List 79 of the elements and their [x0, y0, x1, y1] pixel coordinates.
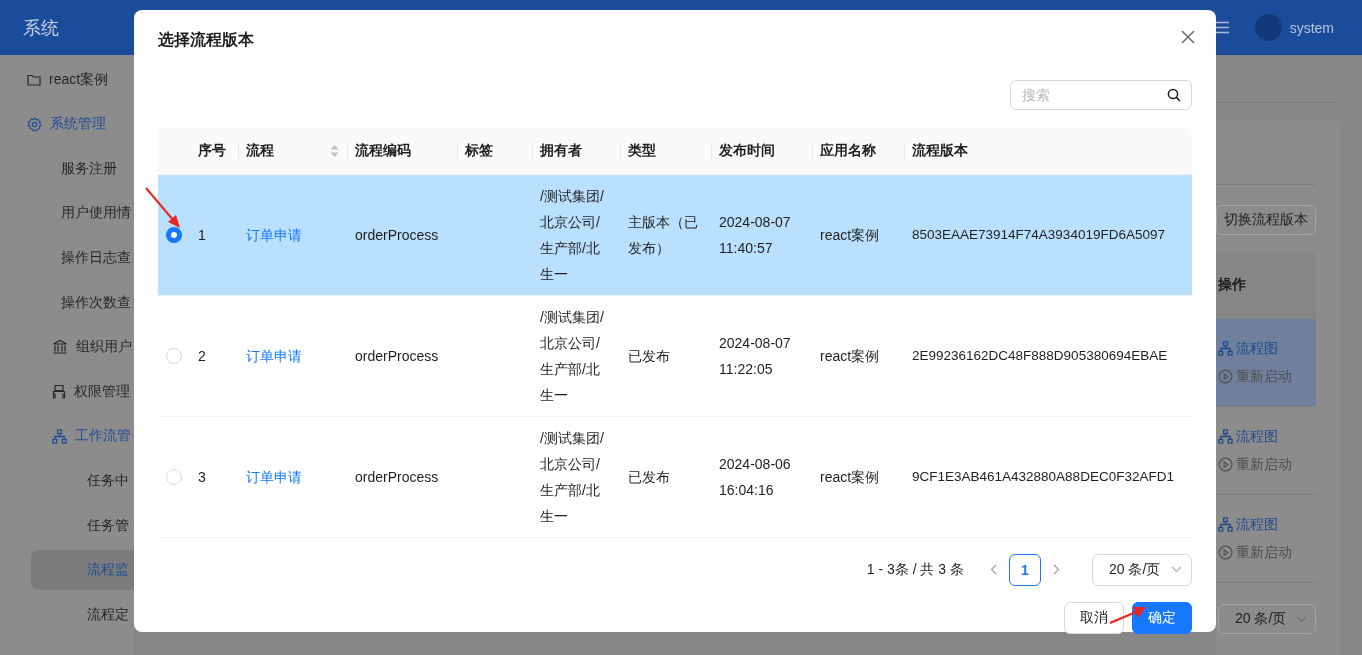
sidebar-item[interactable]: react案例 [4, 59, 134, 100]
annotation-arrow [1108, 604, 1148, 626]
page-button[interactable]: 1 [1009, 553, 1041, 586]
search-field[interactable]: 搜索 [1010, 80, 1192, 110]
column-header: 序号 [198, 141, 226, 160]
chevron-down-icon [1296, 615, 1307, 623]
page-size-select[interactable]: 20 条/页 [1092, 553, 1192, 586]
sidebar-item[interactable]: 工作流管 [4, 416, 134, 457]
person-icon [52, 383, 66, 400]
column-header: 发布时间 [719, 141, 775, 160]
sitemap-icon [1218, 341, 1233, 356]
bank-icon [52, 339, 68, 356]
dialog-title: 选择流程版本 [158, 30, 254, 50]
table-cell: 2E99236162DC48F888D905380694EBAE [912, 348, 1168, 363]
app-title: 系统 [23, 16, 59, 40]
column-header: 流程编码 [355, 141, 411, 160]
table-cell: react案例 [820, 348, 880, 364]
menu-icon[interactable] [1214, 21, 1229, 34]
confirm-button[interactable]: 确定 [1132, 602, 1192, 634]
table-cell: orderProcess [355, 348, 439, 364]
table-cell: 2024-08-07 11:40:57 [719, 214, 791, 256]
column-header: 类型 [628, 141, 656, 160]
sidebar-item[interactable]: 任务管 [31, 505, 134, 546]
user-name[interactable]: system [1289, 19, 1334, 36]
switch-version-button[interactable]: 切换流程版本 [1216, 205, 1316, 235]
process-link[interactable]: 订单申请 [246, 227, 302, 243]
table-cell: 主版本（已发布） [628, 214, 698, 256]
sidebar-item[interactable]: 任务中 [31, 460, 134, 501]
table-cell: react案例 [820, 469, 880, 485]
table-cell: 已发布 [628, 348, 670, 364]
column-header: 流程版本 [912, 141, 968, 160]
process-link[interactable]: 订单申请 [246, 348, 302, 364]
table-cell: orderProcess [355, 227, 439, 243]
table-cell: 9CF1E3AB461A432880A88DEC0F32AFD1 [912, 469, 1174, 484]
sitemap-icon [1218, 429, 1233, 444]
chevron-down-icon [1171, 566, 1182, 573]
sidebar-item[interactable]: 操作日志查 [4, 237, 134, 278]
sidebar-item[interactable]: 用户使用情 [4, 193, 134, 234]
table-cell: 2024-08-06 16:04:16 [719, 456, 791, 498]
table-cell: /测试集团/北京公司/生产部/北生一 [540, 430, 604, 524]
sitemap-icon [52, 428, 67, 444]
page-size-select[interactable]: 20 条/页 [1218, 604, 1316, 634]
process-link[interactable]: 订单申请 [246, 469, 302, 485]
column-header: 应用名称 [820, 141, 876, 160]
radio-button[interactable] [166, 227, 182, 243]
table-cell: 3 [198, 469, 206, 485]
play-circle-icon [1218, 369, 1233, 384]
play-circle-icon [1218, 457, 1233, 472]
sitemap-icon [1218, 517, 1233, 532]
sidebar-item[interactable]: 组织用户 [4, 327, 134, 368]
column-header: 标签 [465, 141, 493, 160]
sidebar-item[interactable]: 权限管理 [4, 371, 134, 412]
action-link[interactable]: 流程图 [1218, 339, 1316, 358]
table-cell: /测试集团/北京公司/生产部/北生一 [540, 309, 604, 403]
action-link[interactable]: 流程图 [1218, 427, 1316, 446]
table-cell: 2 [198, 348, 206, 364]
column-header: 拥有者 [540, 141, 582, 160]
sidebar-item[interactable]: 服务注册 [4, 148, 134, 189]
table-cell: 2024-08-07 11:22:05 [719, 335, 791, 377]
sidebar-item[interactable]: 流程定 [31, 594, 134, 635]
column-header: 操作 [1218, 276, 1246, 294]
table-cell: 已发布 [628, 469, 670, 485]
pagination-summary: 1 - 3条 / 共 3 条 [866, 560, 964, 579]
play-circle-icon [1218, 545, 1233, 560]
table-cell: react案例 [820, 227, 880, 243]
sidebar-item[interactable]: 操作次数查 [4, 282, 134, 323]
folder-icon [27, 72, 41, 87]
table-cell: 8503EAAE73914F74A3934019FD6A5097 [912, 227, 1165, 242]
sidebar-item[interactable]: 系统管理 [4, 104, 134, 145]
table-cell: /测试集团/北京公司/生产部/北生一 [540, 188, 604, 282]
search-icon[interactable] [1167, 88, 1181, 102]
close-icon[interactable] [1181, 29, 1195, 44]
settings-icon [27, 116, 42, 132]
table-cell: 1 [198, 227, 206, 243]
action-link[interactable]: 流程图 [1218, 515, 1316, 534]
sort-icon[interactable] [330, 143, 339, 158]
column-header[interactable]: 流程 [246, 141, 274, 160]
cancel-button[interactable]: 取消 [1064, 602, 1124, 634]
table-cell: orderProcess [355, 469, 439, 485]
